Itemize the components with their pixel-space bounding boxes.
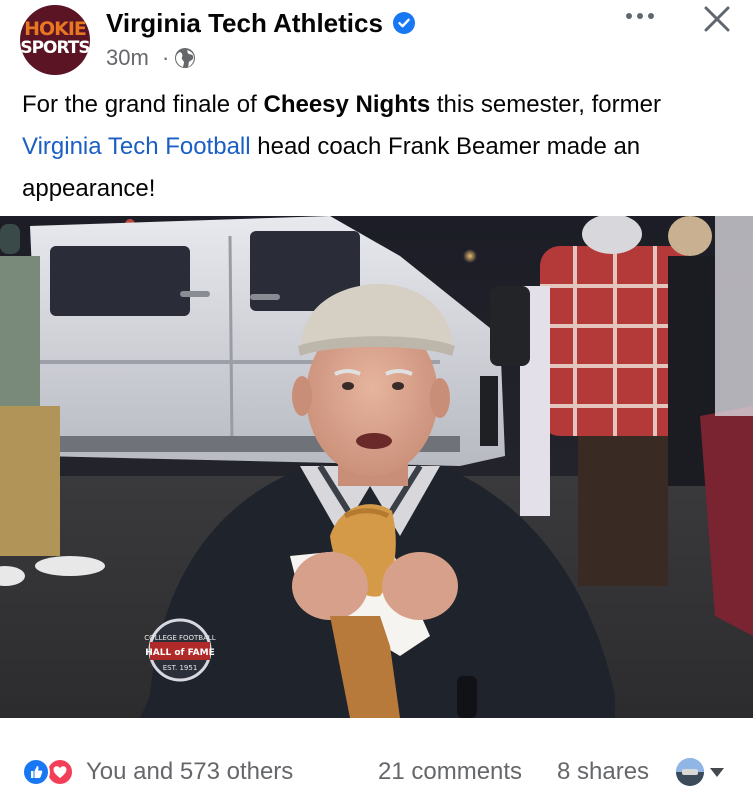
post-timestamp[interactable]: 30m [106,45,149,71]
love-reaction-icon [46,758,74,786]
caption-text: For the grand finale of [22,91,264,118]
post-photo[interactable]: COLLEGE FOOTBALL HALL of FAME EST. 1951 [0,216,753,718]
patch-text-main: HALL of FAME [145,648,215,658]
photo-illustration: COLLEGE FOOTBALL HALL of FAME EST. 1951 [0,216,753,718]
more-options-icon[interactable] [622,4,660,28]
globe-icon [175,48,195,68]
like-reaction-icon [22,758,50,786]
caption-link[interactable]: Virginia Tech Football [22,133,251,160]
shares-count[interactable]: 8 shares [557,757,649,787]
avatar-logo-line2: SPORTS [20,38,90,58]
chevron-down-icon[interactable] [710,768,724,777]
post-footer: You and 573 others 21 comments 8 shares [0,740,753,800]
caption-bold-text: Cheesy Nights [263,91,431,118]
close-icon[interactable] [700,2,734,36]
patch-text-bottom: EST. 1951 [163,664,198,672]
post-header: HOKIE SPORTS Virginia Tech Athletics 30m… [0,0,753,80]
post-caption: For the grand finale of Cheesy Nights th… [22,84,732,210]
author-name[interactable]: Virginia Tech Athletics [106,8,383,38]
page-avatar[interactable]: HOKIE SPORTS [20,5,90,75]
reactions-count[interactable]: You and 573 others [86,757,293,787]
caption-text: this semester, former [430,91,661,118]
patch-text-top: COLLEGE FOOTBALL [144,634,216,642]
verified-badge-icon [393,12,415,34]
comments-count[interactable]: 21 comments [378,757,522,787]
avatar-logo-line1: HOKIE [24,18,87,40]
meta-separator: · [162,45,170,70]
reactor-avatar[interactable] [676,758,704,786]
